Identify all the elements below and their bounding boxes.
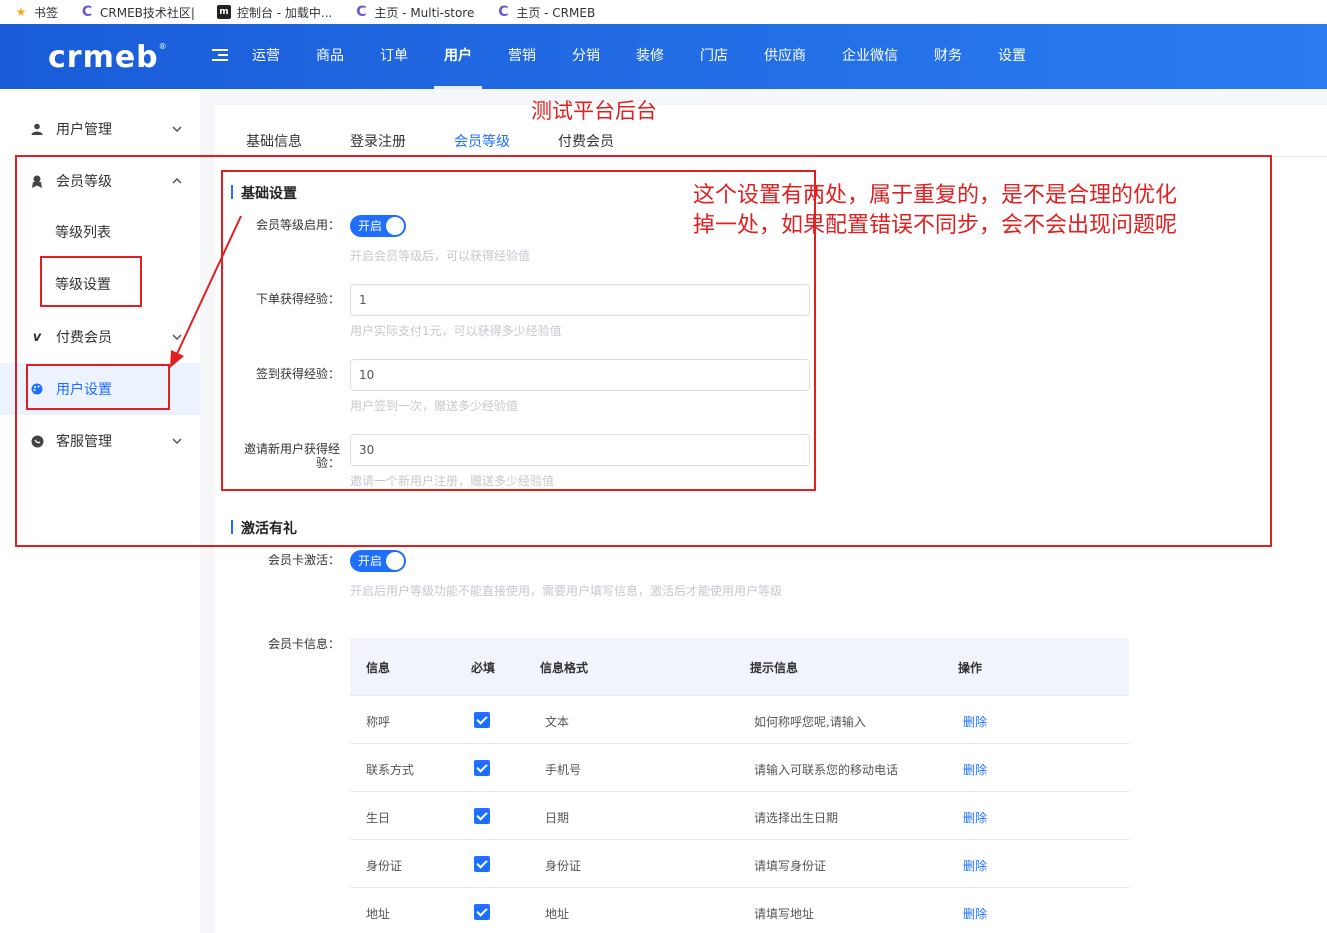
annotation-arrow	[170, 215, 242, 368]
